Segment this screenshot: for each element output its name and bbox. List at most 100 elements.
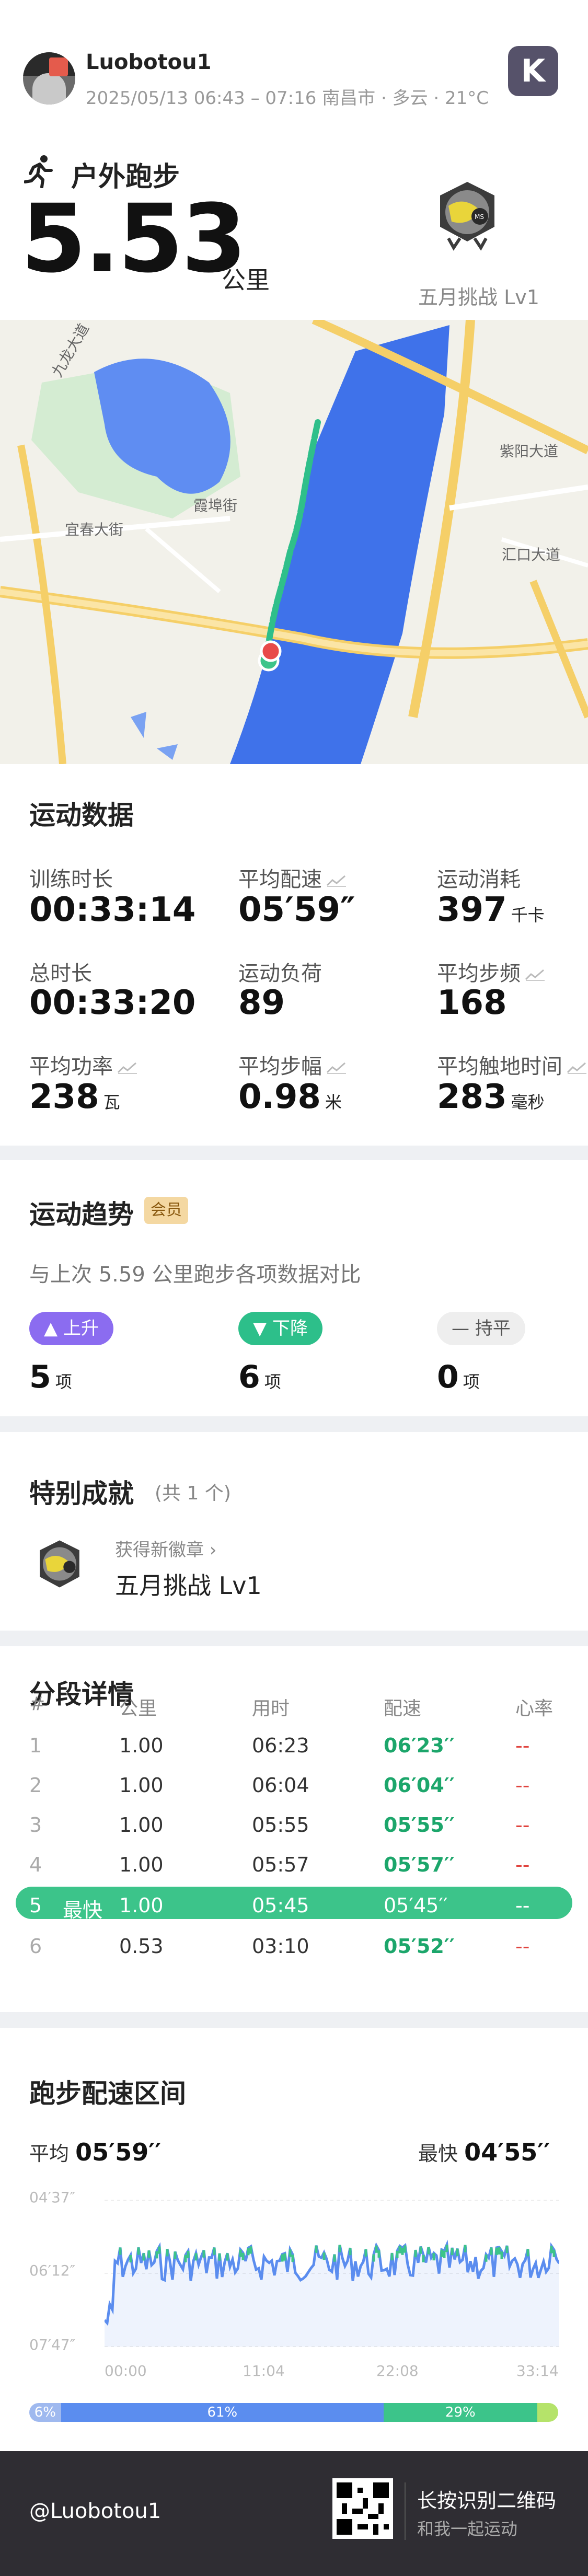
split-index: 5 — [29, 1894, 42, 1917]
member-tag: 会员 — [144, 1197, 188, 1224]
split-km: 1.00 — [119, 1734, 164, 1757]
stats-card: 运动数据 训练时长 00:33:14 平均配速 05′59″ 运动消耗 397 千… — [0, 764, 588, 1146]
dash-icon: — — [452, 1318, 475, 1339]
footer: @Luobotou1 长按识别二维码 和我一起运动 — [0, 2451, 588, 2576]
qr-code-icon[interactable] — [332, 2478, 393, 2539]
pace-zone-bar: 6% 61% 29% — [29, 2403, 558, 2422]
pace-area — [105, 2245, 559, 2347]
activity-meta: 2025/05/13 06:43 – 07:16 南昌市 · 多云 · 21°C — [86, 88, 489, 109]
achievement-title: 特别成就 — [29, 1478, 134, 1509]
stat-label-train-time: 训练时长 — [29, 868, 113, 892]
trend-flat-pill: — 持平 — [437, 1312, 525, 1345]
map-label-xiabu: 霞埠街 — [193, 497, 238, 514]
badge-label: 五月挑战 Lv1 — [418, 286, 539, 309]
trend-chart-icon — [525, 969, 545, 981]
stat-label-calories: 运动消耗 — [437, 868, 521, 892]
achievement-card: 特别成就 (共 1 个) 获得新徽章 › 五月挑战 Lv1 — [0, 1432, 588, 1631]
trend-up-count: 5项 — [29, 1359, 72, 1395]
map-label-ziyang: 紫阳大道 — [500, 443, 559, 460]
pace-zone-card: 跑步配速区间 平均 05′59′′ 最快 04′55′′ 04′37″ 06′1… — [0, 2028, 588, 2451]
trend-subtitle: 与上次 5.59 公里跑步各项数据对比 — [29, 1263, 361, 1287]
header-card: Luobotou1 2025/05/13 06:43 – 07:16 南昌市 ·… — [0, 0, 588, 320]
split-pace: 05′52′′ — [384, 1935, 455, 1958]
challenge-badge-icon[interactable]: MS — [433, 180, 502, 274]
splits-header-index: # — [29, 1693, 45, 1715]
stat-label-total-time: 总时长 — [29, 962, 92, 986]
pace-fastest: 最快 04′55′′ — [418, 2138, 550, 2166]
chevron-right-icon: › — [209, 1540, 217, 1561]
trend-down-pill: ▼ 下降 — [238, 1312, 322, 1345]
stat-value-stride: 0.98 米 — [238, 1078, 342, 1116]
trend-down-count: 6项 — [238, 1359, 281, 1395]
split-hr: -- — [515, 1935, 530, 1958]
split-pace: 06′04′′ — [384, 1774, 455, 1797]
stat-value-calories: 397 千卡 — [437, 891, 545, 929]
pace-zone-segment: 61% — [61, 2403, 384, 2422]
stat-value-avg-pace: 05′59″ — [238, 891, 355, 929]
stat-value-cadence: 168 — [437, 984, 507, 1022]
trend-card[interactable]: 运动趋势 会员 与上次 5.59 公里跑步各项数据对比 ▲ 上升 ▼ 下降 — … — [0, 1160, 588, 1416]
splits-header-km: 公里 — [119, 1698, 157, 1719]
split-time: 05:57 — [252, 1853, 309, 1876]
pace-y-tick: 04′37″ — [29, 2189, 76, 2206]
footer-handle: @Luobotou1 — [29, 2499, 162, 2523]
footer-scan-sub: 和我一起运动 — [417, 2519, 518, 2539]
split-index: 2 — [29, 1774, 42, 1797]
split-index: 4 — [29, 1853, 42, 1876]
split-hr: -- — [515, 1813, 530, 1836]
trend-flat-count: 0项 — [437, 1359, 480, 1395]
achievement-tag: 获得新徽章 › — [115, 1540, 217, 1561]
app-logo-icon: K — [521, 53, 546, 89]
pace-x-tick: 33:14 — [516, 2362, 559, 2379]
footer-scan-title: 长按识别二维码 — [417, 2489, 557, 2512]
app-logo-button[interactable]: K — [508, 46, 558, 96]
split-index: 1 — [29, 1734, 42, 1757]
pace-avg: 平均 05′59′′ — [29, 2138, 162, 2166]
pace-zone-segment — [537, 2403, 558, 2422]
split-time: 06:04 — [252, 1774, 309, 1797]
split-km: 1.00 — [119, 1894, 164, 1917]
pace-zone-segment: 6% — [29, 2403, 61, 2422]
split-time: 03:10 — [252, 1935, 309, 1958]
achievement-name: 五月挑战 Lv1 — [115, 1572, 262, 1600]
arrow-down-icon: ▼ — [253, 1318, 272, 1339]
pace-chart — [105, 2200, 559, 2347]
divider — [405, 2482, 406, 2540]
split-km: 1.00 — [119, 1774, 164, 1797]
pace-x-tick: 11:04 — [243, 2362, 285, 2379]
stat-value-train-time: 00:33:14 — [29, 891, 196, 929]
stat-value-load: 89 — [238, 984, 285, 1022]
pace-zone-segment: 29% — [384, 2403, 537, 2422]
split-km: 1.00 — [119, 1853, 164, 1876]
running-icon — [24, 155, 55, 189]
split-index: 3 — [29, 1813, 42, 1836]
trend-chart-icon — [567, 1062, 586, 1074]
split-pace: 05′45′′ — [384, 1894, 448, 1917]
pace-y-tick: 06′12″ — [29, 2262, 76, 2279]
pace-x-tick: 00:00 — [105, 2362, 147, 2379]
arrow-up-icon: ▲ — [44, 1318, 63, 1339]
fastest-label: 最快 — [63, 1899, 103, 1922]
split-time: 05:55 — [252, 1813, 309, 1836]
avatar[interactable] — [23, 52, 75, 105]
achievement-item[interactable]: 获得新徽章 › 五月挑战 Lv1 — [29, 1533, 343, 1607]
achievement-count: (共 1 个) — [155, 1483, 231, 1504]
distance-unit: 公里 — [222, 266, 270, 294]
splits-header-time: 用时 — [252, 1698, 290, 1719]
route-map[interactable]: 九龙大道 宜春大街 霞埠街 紫阳大道 汇口大道 — [0, 320, 588, 764]
splits-header-pace: 配速 — [384, 1698, 422, 1719]
split-km: 0.53 — [119, 1935, 164, 1958]
split-pace: 05′55′′ — [384, 1813, 455, 1836]
stat-label-load: 运动负荷 — [238, 962, 322, 986]
trend-chart-icon — [326, 875, 346, 887]
username[interactable]: Luobotou1 — [86, 50, 211, 74]
trend-chart-icon — [117, 1062, 137, 1074]
split-pace: 05′57′′ — [384, 1853, 455, 1876]
split-km: 1.00 — [119, 1813, 164, 1836]
svg-text:MS: MS — [475, 213, 484, 221]
pace-zone-title: 跑步配速区间 — [29, 2078, 186, 2109]
split-time: 06:23 — [252, 1734, 309, 1757]
achievement-badge-icon — [34, 1539, 85, 1596]
split-hr: -- — [515, 1774, 530, 1797]
stat-label-cadence: 平均步频 — [437, 956, 546, 987]
